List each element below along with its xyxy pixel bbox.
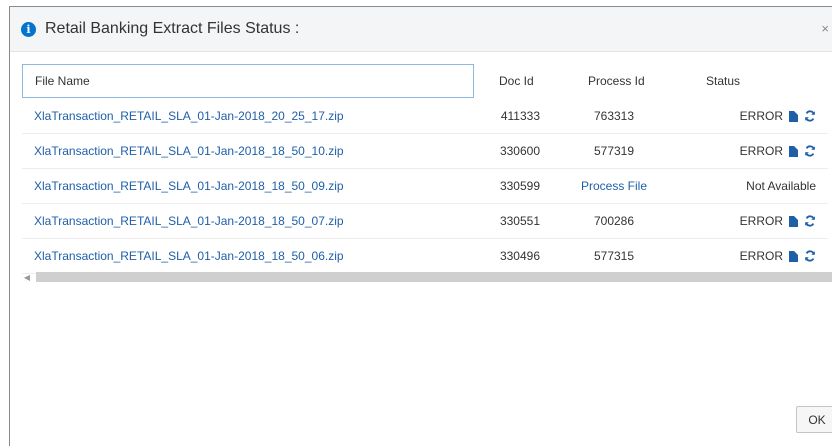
file-name-cell: XlaTransaction_RETAIL_SLA_01-Jan-2018_18…	[22, 144, 474, 158]
horizontal-scrollbar[interactable]: ◀	[22, 271, 832, 283]
doc-id-cell: 411333	[500, 109, 540, 123]
file-name-link[interactable]: XlaTransaction_RETAIL_SLA_01-Jan-2018_18…	[34, 179, 344, 193]
dialog-title: Retail Banking Extract Files Status :	[45, 20, 300, 37]
close-icon[interactable]: ×	[821, 21, 829, 36]
column-header-status[interactable]: Status	[684, 74, 828, 88]
refresh-icon[interactable]	[804, 215, 816, 227]
refresh-icon[interactable]	[804, 145, 816, 157]
status-cell: ERROR	[684, 144, 828, 158]
table-body: XlaTransaction_RETAIL_SLA_01-Jan-2018_20…	[22, 99, 828, 274]
status-text: ERROR	[739, 249, 783, 263]
process-id-cell: 577319	[544, 144, 684, 158]
table-row: XlaTransaction_RETAIL_SLA_01-Jan-2018_18…	[22, 239, 828, 274]
file-name-cell: XlaTransaction_RETAIL_SLA_01-Jan-2018_20…	[22, 109, 474, 123]
process-id-cell: 700286	[544, 214, 684, 228]
process-id-value: 700286	[593, 214, 635, 228]
process-id-cell: 577315	[544, 249, 684, 263]
status-text: ERROR	[739, 214, 783, 228]
document-icon[interactable]	[789, 145, 798, 157]
status-text: ERROR	[739, 144, 783, 158]
status-cell: Not Available	[684, 179, 828, 193]
ok-button[interactable]: OK	[796, 406, 832, 433]
table-header: File Name Doc Id Process Id Status	[22, 63, 828, 99]
doc-id-cell: 330551	[499, 214, 540, 228]
refresh-icon[interactable]	[804, 110, 816, 122]
file-name-cell: XlaTransaction_RETAIL_SLA_01-Jan-2018_18…	[22, 249, 474, 263]
file-name-cell: XlaTransaction_RETAIL_SLA_01-Jan-2018_18…	[22, 179, 474, 193]
file-name-link[interactable]: XlaTransaction_RETAIL_SLA_01-Jan-2018_18…	[34, 214, 344, 228]
document-icon[interactable]	[789, 110, 798, 122]
file-name-link[interactable]: XlaTransaction_RETAIL_SLA_01-Jan-2018_18…	[34, 144, 344, 158]
process-id-value: 577319	[593, 144, 635, 158]
status-cell: ERROR	[684, 249, 828, 263]
table-row: XlaTransaction_RETAIL_SLA_01-Jan-2018_18…	[22, 204, 828, 239]
process-id-value: 763313	[593, 109, 635, 123]
process-id-cell: Process File	[544, 179, 684, 193]
status-cell: ERROR	[684, 109, 828, 123]
process-id-value: 577315	[593, 249, 635, 263]
doc-id-cell: 330600	[499, 144, 540, 158]
scroll-left-icon[interactable]: ◀	[22, 273, 32, 282]
table-row: XlaTransaction_RETAIL_SLA_01-Jan-2018_18…	[22, 169, 828, 204]
refresh-icon[interactable]	[804, 250, 816, 262]
column-header-doc-id[interactable]: Doc Id	[474, 74, 544, 88]
file-name-link[interactable]: XlaTransaction_RETAIL_SLA_01-Jan-2018_20…	[34, 109, 344, 123]
files-table: File Name Doc Id Process Id Status XlaTr…	[22, 63, 828, 274]
status-text: Not Available	[746, 179, 816, 193]
process-file-link[interactable]: Process File	[581, 179, 647, 193]
doc-id-cell: 330599	[499, 179, 540, 193]
process-id-cell: 763313	[544, 109, 684, 123]
document-icon[interactable]	[789, 250, 798, 262]
status-cell: ERROR	[684, 214, 828, 228]
scrollbar-thumb[interactable]	[36, 272, 832, 282]
doc-id-cell: 330496	[499, 249, 540, 263]
status-text: ERROR	[739, 109, 783, 123]
document-icon[interactable]	[789, 215, 798, 227]
file-name-link[interactable]: XlaTransaction_RETAIL_SLA_01-Jan-2018_18…	[34, 249, 344, 263]
info-icon: i	[21, 21, 36, 37]
table-row: XlaTransaction_RETAIL_SLA_01-Jan-2018_20…	[22, 99, 828, 134]
extract-files-status-dialog: i Retail Banking Extract Files Status : …	[9, 6, 832, 446]
dialog-titlebar: i Retail Banking Extract Files Status :	[10, 7, 832, 52]
file-name-cell: XlaTransaction_RETAIL_SLA_01-Jan-2018_18…	[22, 214, 474, 228]
table-row: XlaTransaction_RETAIL_SLA_01-Jan-2018_18…	[22, 134, 828, 169]
column-header-process-id[interactable]: Process Id	[544, 74, 684, 88]
column-header-file-name[interactable]: File Name	[22, 64, 474, 98]
